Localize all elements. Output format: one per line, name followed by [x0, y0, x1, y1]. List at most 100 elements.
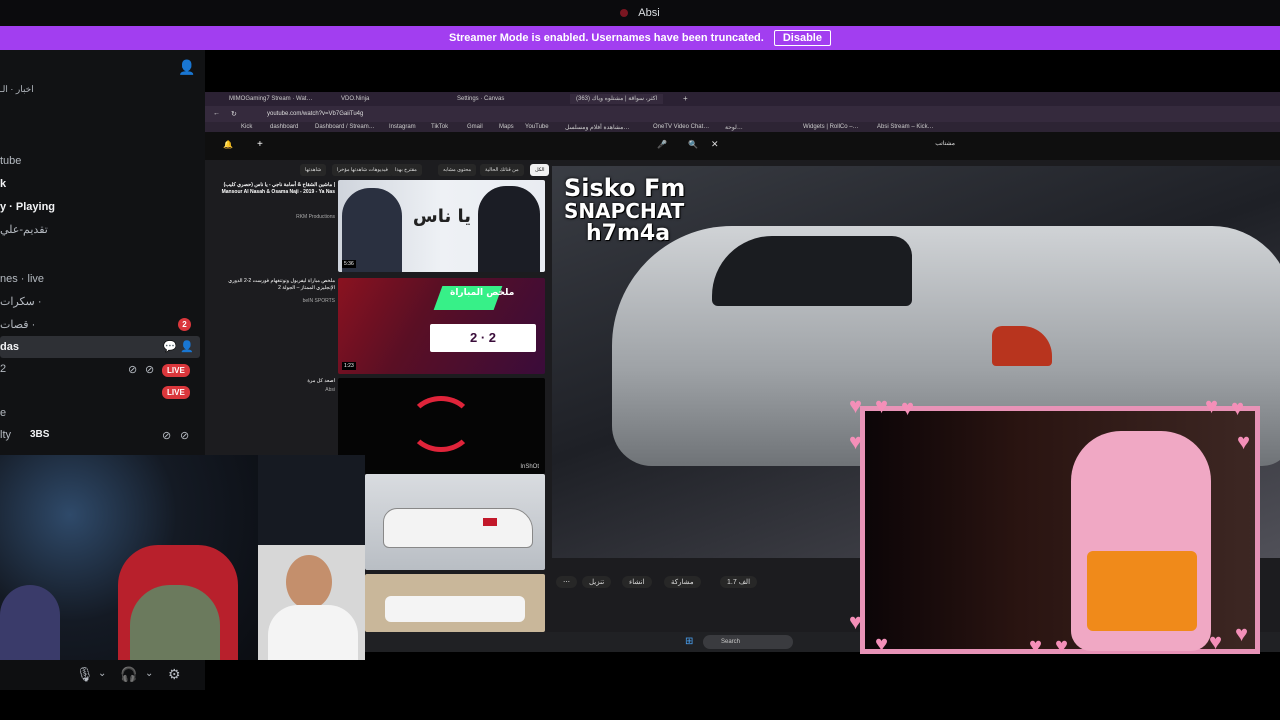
second-webcam: [258, 545, 365, 660]
webcam-feed: [0, 455, 365, 660]
browser-tab-active[interactable]: (363) اكثر، سواقة | مشتلوه وياك: [570, 94, 664, 104]
chip[interactable]: من قناتك الحالية: [480, 164, 524, 176]
mic-muted-icon: ⊘: [162, 430, 172, 442]
video-title: اصعد كل مرة: [307, 378, 335, 384]
sidebar-row[interactable]: تقديم-علي: [0, 223, 48, 236]
mic-muted-icon: ⊘: [128, 364, 138, 376]
url-text[interactable]: youtube.com/watch?v=Vb7GaiiTu4g: [267, 111, 363, 117]
heart-decoration-icon: ♥: [1055, 633, 1069, 658]
headphones-icon[interactable]: 🎧: [120, 666, 137, 683]
more-actions-icon[interactable]: ⋯: [556, 576, 577, 588]
chip-active[interactable]: الكل: [530, 164, 550, 176]
chip[interactable]: فيديوهات شاهدتها مؤخرا: [332, 164, 393, 176]
bookmark[interactable]: لوحة…: [725, 124, 743, 131]
gear-icon[interactable]: ⚙: [168, 666, 181, 683]
filter-chips: شاهدتها فيديوهات شاهدتها مؤخرا مقترح بهذ…: [300, 164, 550, 178]
video-title: ملخص مباراة ليفربول ونوتنغهام فورست 2-2 …: [228, 278, 335, 291]
car-shape: [383, 508, 533, 548]
download-button[interactable]: تنزيل: [582, 576, 612, 588]
thumbnail-title: يا ناس: [412, 206, 472, 227]
person-shirt: [268, 605, 358, 660]
mention-badge: 2: [178, 318, 191, 331]
app-logo-icon: [620, 9, 629, 17]
microphone-icon[interactable]: 🎙: [76, 666, 94, 683]
sidebar-row[interactable]: tube: [0, 155, 21, 167]
chip[interactable]: شاهدتها: [300, 164, 327, 176]
search-icon[interactable]: 🔍: [688, 140, 698, 149]
browser-tab[interactable]: Settings · Canvas: [457, 94, 504, 104]
sidebar-row[interactable]: قصات ·: [0, 318, 35, 331]
add-friend-icon[interactable]: 👤: [178, 59, 195, 76]
window-titlebar: Absi: [0, 0, 1280, 26]
sidebar-row[interactable]: 2: [0, 363, 6, 375]
bookmark[interactable]: Instagram: [389, 124, 416, 130]
browser-tab[interactable]: MIMOGaming7 Stream · Wat…: [229, 94, 312, 104]
sidebar-row-label: das: [0, 341, 19, 353]
bookmark[interactable]: Widgets | RollCo –…: [803, 124, 859, 130]
new-tab-icon[interactable]: +: [683, 94, 688, 104]
notifications-icon[interactable]: 🔔: [223, 140, 233, 149]
chevron-down-icon[interactable]: ⌄: [98, 668, 106, 679]
video-thumbnail[interactable]: يا ناس 5:36: [338, 180, 545, 272]
invite-icon[interactable]: 👤: [180, 340, 194, 353]
reload-icon[interactable]: ↻: [231, 110, 237, 118]
bookmark[interactable]: dashboard: [270, 124, 298, 130]
bookmark[interactable]: Dashboard / Stream…: [315, 124, 375, 130]
sidebar-row[interactable]: lty: [0, 429, 11, 441]
nav-back-icon[interactable]: ←: [213, 110, 220, 117]
sidebar-row[interactable]: e: [0, 407, 6, 419]
heart-decoration-icon: ♥: [1231, 395, 1245, 420]
bookmark[interactable]: Kick: [241, 124, 252, 130]
bookmark[interactable]: YouTube: [525, 124, 549, 130]
heart-decoration-icon: ♥: [1209, 629, 1223, 654]
bookmark[interactable]: Absi Stream – Kick…: [877, 124, 934, 130]
disable-streamer-mode-button[interactable]: Disable: [773, 30, 831, 46]
sidebar-row-selected[interactable]: das 💬 👤: [0, 336, 200, 358]
watermark-text: InShOt: [520, 464, 539, 470]
like-button[interactable]: 1.7 الف: [720, 576, 758, 588]
video-channel: beIN SPORTS: [302, 298, 335, 304]
bookmark[interactable]: Maps: [499, 124, 514, 130]
chevron-down-icon[interactable]: ⌄: [145, 668, 153, 679]
video-thumbnail[interactable]: ملخص المباراة 2 · 2 1:23: [338, 278, 545, 374]
bookmarks-bar: Kick dashboard Dashboard / Stream… Insta…: [205, 122, 1280, 132]
address-bar[interactable]: ← ↻ youtube.com/watch?v=Vb7GaiiTu4g: [205, 106, 1280, 122]
chat-icon[interactable]: 💬: [163, 340, 177, 353]
sidebar-row[interactable]: k: [0, 178, 6, 190]
sidebar-row[interactable]: nes · live: [0, 273, 44, 285]
bookmark[interactable]: مشاهدة أفلام ومسلسل…: [565, 124, 629, 131]
share-button[interactable]: مشاركة: [664, 576, 701, 588]
bookmark[interactable]: Gmail: [467, 124, 483, 130]
video-thumbnail[interactable]: [365, 574, 545, 632]
chip[interactable]: محتوى مشابه: [438, 164, 477, 176]
video-thumbnail[interactable]: InShOt: [338, 378, 545, 474]
heart-decoration-icon: ♥: [849, 393, 863, 418]
search-input[interactable]: مشتاتب: [725, 140, 955, 152]
sidebar-row[interactable]: y · Playing: [0, 201, 55, 213]
singer-figure-right: [478, 186, 540, 272]
car-window: [712, 236, 912, 306]
car-taillight: [483, 518, 497, 526]
person-figure: [130, 585, 220, 660]
bookmark[interactable]: TikTok: [431, 124, 448, 130]
sidebar-row[interactable]: اخبار · الـ: [0, 84, 34, 95]
video-actions: ⋯ تنزيل انشاء مشاركة 1.7 الف: [552, 572, 862, 592]
voice-search-icon[interactable]: 🎤: [657, 140, 667, 149]
watermark-line: SNAPCHAT: [564, 199, 685, 223]
heart-decoration-icon: ♥: [875, 631, 889, 656]
video-thumbnail[interactable]: [365, 474, 545, 570]
taskbar-search[interactable]: Search: [703, 635, 793, 649]
sidebar-row[interactable]: سكرات ·: [0, 295, 42, 308]
browser-tab[interactable]: VDO.Ninja: [341, 94, 369, 104]
duration-badge: 5:36: [342, 260, 356, 268]
clear-search-icon[interactable]: ✕: [711, 139, 719, 150]
windows-start-icon[interactable]: ⊞: [685, 636, 693, 647]
person-figure: [0, 585, 60, 660]
browser-tab-strip: MIMOGaming7 Stream · Wat… VDO.Ninja Sett…: [205, 92, 1280, 106]
chip[interactable]: مقترح بهذا: [390, 164, 422, 176]
create-button[interactable]: انشاء: [622, 576, 652, 588]
create-icon[interactable]: +: [257, 139, 263, 150]
bookmark[interactable]: OneTV Video Chat…: [653, 124, 709, 130]
banner-message: Streamer Mode is enabled. Usernames have…: [449, 32, 764, 44]
pillow: [1087, 551, 1197, 631]
